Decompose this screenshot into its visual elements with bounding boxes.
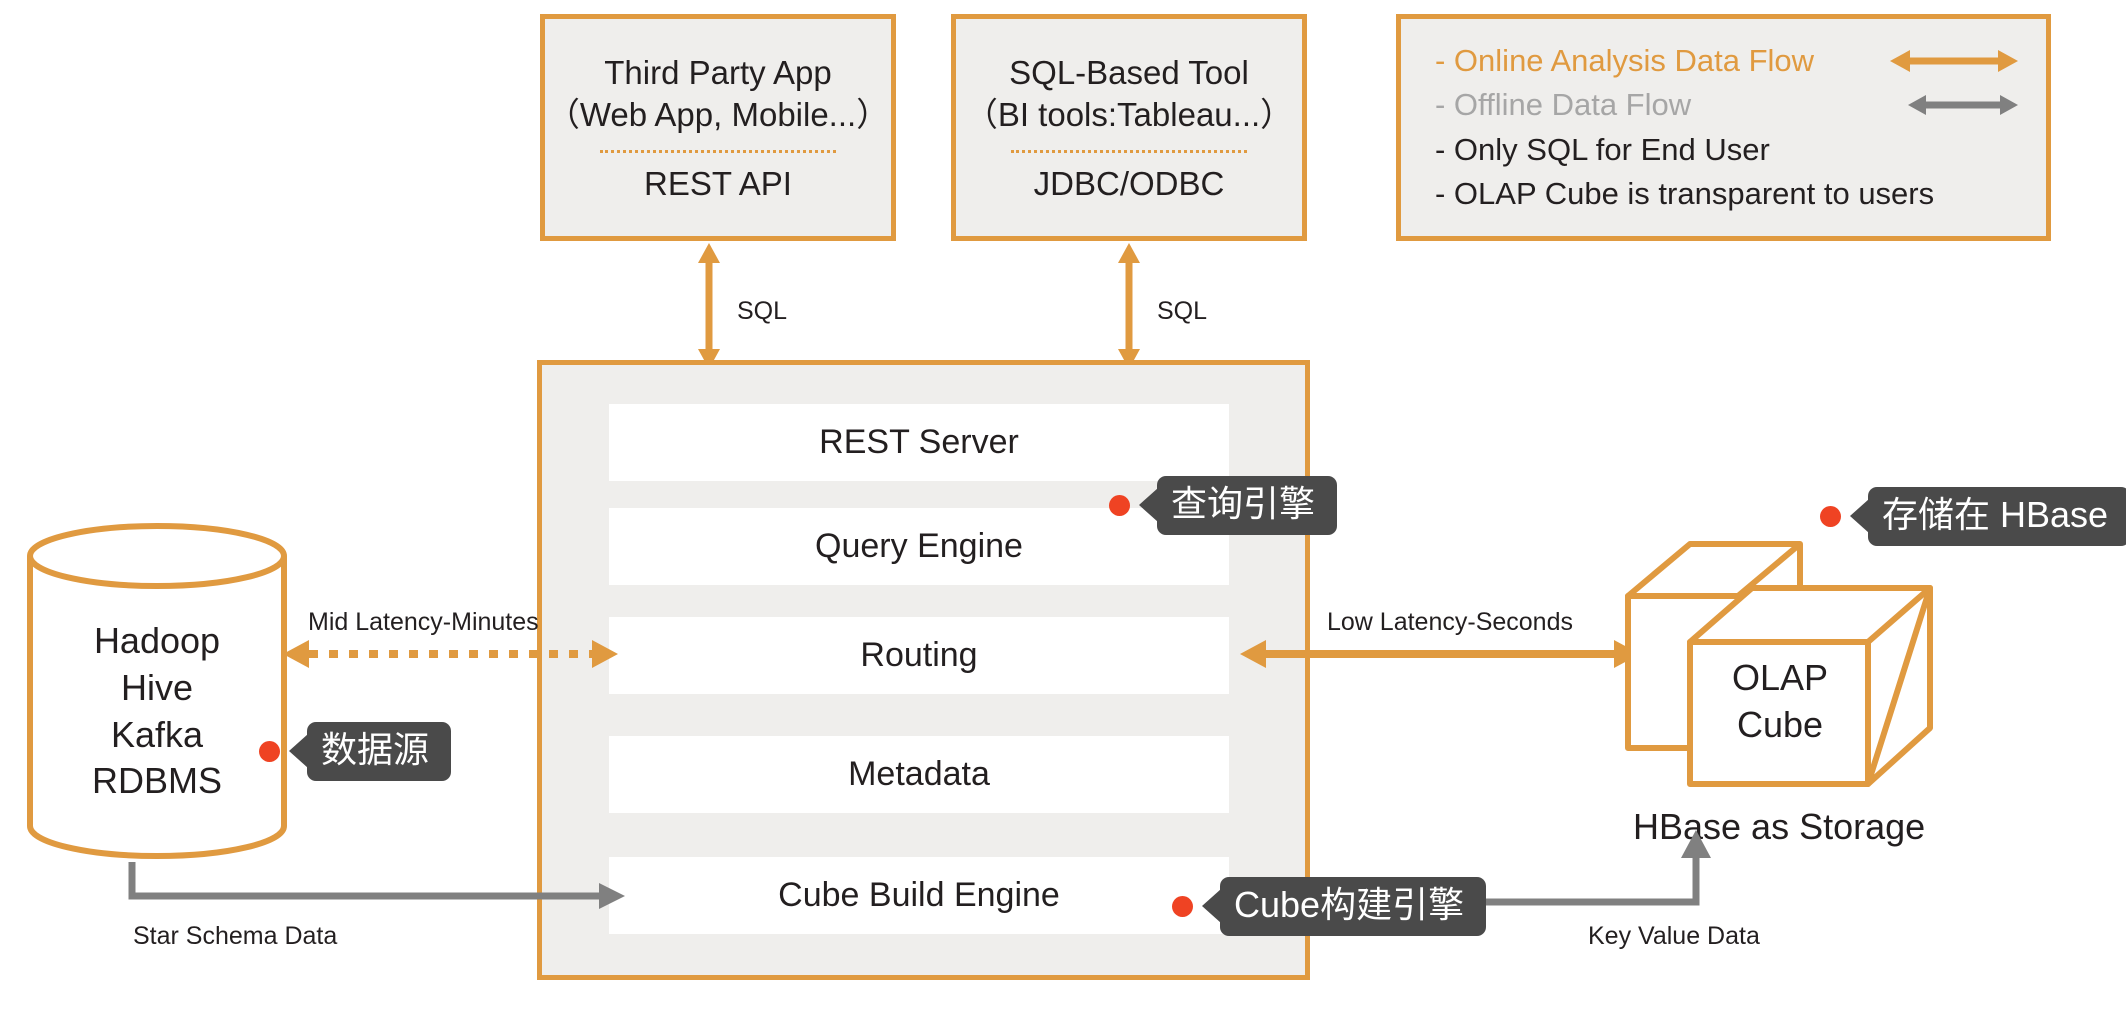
red-dot-icon [1172,896,1193,917]
red-dot-icon [1820,506,1841,527]
legend-label-offline: - Offline Data Flow [1435,87,1691,123]
sql-label-right: SQL [1157,297,1207,326]
legend-item-only-sql: - Only SQL for End User [1435,128,2018,172]
third-party-app-title: Third Party App （Web App, Mobile...） [547,52,889,136]
callout-text: 数据源 [307,722,451,781]
red-dot-icon [1109,495,1130,516]
diagram-canvas: Third Party App （Web App, Mobile...） RES… [0,0,2126,1014]
mid-latency-label: Mid Latency-Minutes [308,608,539,637]
stack-row-routing: Routing [609,617,1229,694]
callout-text: 查询引擎 [1157,476,1337,535]
stack-row-metadata: Metadata [609,736,1229,813]
sql-label-left: SQL [737,297,787,326]
low-latency-label: Low Latency-Seconds [1327,608,1573,637]
dotted-divider [1011,150,1246,153]
legend-box: - Online Analysis Data Flow - Offline Da… [1396,14,2051,241]
legend-item-online: - Online Analysis Data Flow [1435,39,2018,83]
key-value-label: Key Value Data [1588,922,1760,951]
stack-row-label: Metadata [848,755,990,794]
stack-row-cube-build-engine: Cube Build Engine [609,857,1229,934]
legend-label-olap-transparent: - OLAP Cube is transparent to users [1435,176,1934,212]
callout-pointer-icon [289,734,308,768]
sql-based-tool-protocol: JDBC/ODBC [1034,165,1225,203]
dotted-divider [600,150,835,153]
legend-item-offline: - Offline Data Flow [1435,83,2018,127]
callout-storage-hbase: 存储在 HBase [1820,487,2126,546]
stack-row-label: Query Engine [815,527,1023,566]
third-party-app-box: Third Party App （Web App, Mobile...） RES… [540,14,896,241]
callout-pointer-icon [1850,499,1869,533]
legend-label-online: - Online Analysis Data Flow [1435,43,1814,79]
sql-based-tool-title: SQL-Based Tool （BI tools:Tableau...） [965,52,1293,136]
data-source-labels: Hadoop Hive Kafka RDBMS [24,618,290,805]
stack-row-rest-server: REST Server [609,404,1229,481]
stack-row-label: Routing [860,636,977,675]
stack-row-label: REST Server [819,423,1019,462]
sql-arrow-left [694,243,724,369]
sql-based-tool-box: SQL-Based Tool （BI tools:Tableau...） JDB… [951,14,1307,241]
callout-query-engine: 查询引擎 [1109,476,1337,535]
gray-double-arrow-icon [1868,92,2018,118]
mid-latency-arrow [283,637,618,671]
stack-row-label: Cube Build Engine [778,876,1060,915]
legend-label-only-sql: - Only SQL for End User [1435,132,1770,168]
star-schema-arrow [125,862,625,912]
sql-arrow-right [1114,243,1144,369]
low-latency-arrow [1240,637,1640,671]
callout-data-source: 数据源 [259,722,451,781]
callout-cube-build-engine: Cube构建引擎 [1172,877,1486,936]
callout-pointer-icon [1139,488,1158,522]
legend-item-olap-transparent: - OLAP Cube is transparent to users [1435,172,2018,216]
third-party-app-protocol: REST API [644,165,792,203]
red-dot-icon [259,741,280,762]
olap-cube-label: OLAP Cube [1690,655,1870,749]
star-schema-label: Star Schema Data [133,922,337,951]
callout-text: 存储在 HBase [1868,487,2126,546]
callout-text: Cube构建引擎 [1220,877,1486,936]
orange-double-arrow-icon [1850,48,2018,74]
callout-pointer-icon [1202,889,1221,923]
